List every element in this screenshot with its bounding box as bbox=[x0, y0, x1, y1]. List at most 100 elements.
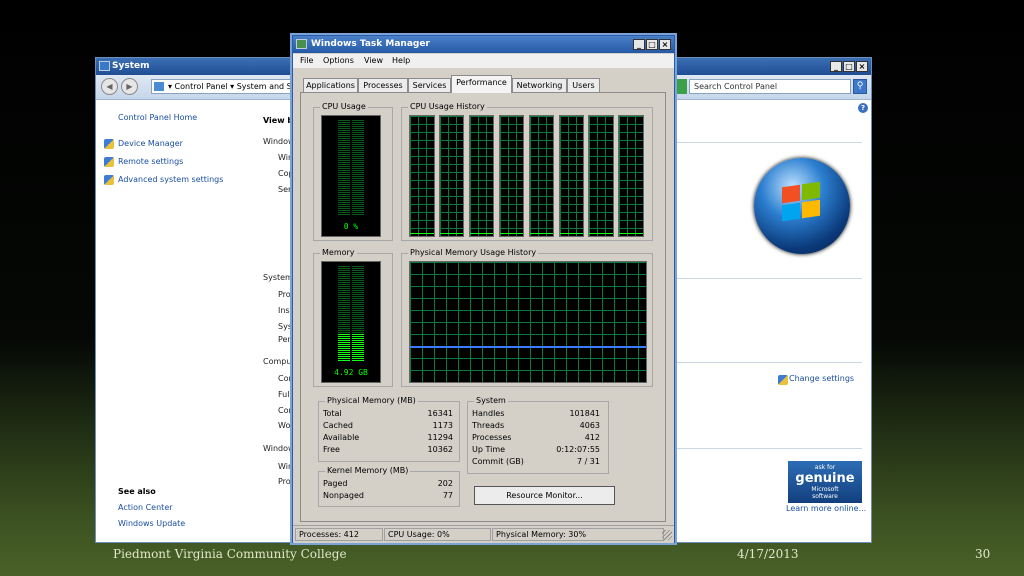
cpu-meter-segment bbox=[338, 182, 350, 183]
search-icon[interactable]: ⚲ bbox=[853, 79, 867, 94]
memory-meter-segment bbox=[338, 322, 350, 323]
cpu-meter-segment bbox=[352, 182, 364, 183]
close-button[interactable]: × bbox=[856, 61, 868, 72]
genuine-microsoft-badge[interactable]: ask for genuine Microsoft software bbox=[788, 461, 862, 503]
control-panel-home-link[interactable]: Control Panel Home bbox=[118, 113, 197, 122]
stat-name: Paged bbox=[323, 479, 348, 488]
memory-meter-segment bbox=[352, 268, 364, 269]
learn-more-link[interactable]: Learn more online... bbox=[786, 504, 866, 513]
memory-meter-segment bbox=[352, 276, 364, 277]
cpu-core-history-graph bbox=[498, 115, 525, 237]
divider bbox=[676, 362, 862, 363]
cpu-meter-segment bbox=[352, 176, 364, 177]
tab-performance[interactable]: Performance bbox=[451, 75, 512, 93]
memory-meter-segment bbox=[338, 352, 350, 353]
cpu-core-usage-line bbox=[529, 233, 554, 234]
cpu-meter-segment bbox=[338, 174, 350, 175]
cpu-meter-segment bbox=[352, 214, 364, 215]
close-button[interactable]: × bbox=[659, 39, 671, 50]
action-center-link[interactable]: Action Center bbox=[118, 503, 173, 512]
cpu-core-history-graph bbox=[468, 115, 495, 237]
cpu-meter-segment bbox=[338, 148, 350, 149]
memory-meter-segment bbox=[338, 360, 350, 361]
cpu-meter-segment bbox=[352, 208, 364, 209]
memory-meter-segment bbox=[338, 340, 350, 341]
maximize-button[interactable]: □ bbox=[646, 39, 658, 50]
windows-logo bbox=[754, 158, 850, 254]
cpu-meter-segment bbox=[338, 186, 350, 187]
minimize-button[interactable]: _ bbox=[633, 39, 645, 50]
stat-name: Free bbox=[323, 445, 340, 454]
memory-meter-segment bbox=[352, 350, 364, 351]
shield-icon bbox=[104, 175, 114, 185]
menu-view[interactable]: View bbox=[364, 56, 383, 65]
task-manager-title: Windows Task Manager bbox=[311, 39, 430, 49]
help-icon[interactable]: ? bbox=[858, 103, 868, 113]
memory-meter-segment bbox=[352, 302, 364, 303]
memory-meter-segment bbox=[338, 310, 350, 311]
tab-networking[interactable]: Networking bbox=[512, 78, 567, 92]
task-manager-title-bar[interactable]: Windows Task Manager _ □ × bbox=[293, 36, 674, 53]
memory-meter-segment bbox=[338, 330, 350, 331]
cpu-meter-segment bbox=[352, 156, 364, 157]
memory-meter-segment bbox=[338, 296, 350, 297]
tab-applications[interactable]: Applications bbox=[303, 78, 358, 92]
cpu-meter-segment bbox=[352, 202, 364, 203]
cpu-core-history-graph bbox=[618, 115, 644, 237]
memory-meter-segment bbox=[338, 282, 350, 283]
advanced-system-settings-link[interactable]: Advanced system settings bbox=[118, 175, 223, 184]
cpu-meter-segment bbox=[338, 188, 350, 189]
cpu-core-usage-line bbox=[410, 233, 434, 234]
search-input[interactable]: Search Control Panel bbox=[689, 79, 851, 94]
memory-meter-segment bbox=[338, 320, 350, 321]
cpu-meter-segment bbox=[338, 152, 350, 153]
remote-settings-link[interactable]: Remote settings bbox=[118, 157, 183, 166]
menu-help[interactable]: Help bbox=[392, 56, 410, 65]
tab-processes[interactable]: Processes bbox=[358, 78, 408, 92]
resize-grip[interactable] bbox=[662, 530, 672, 540]
memory-meter-segment bbox=[352, 348, 364, 349]
stat-value: 77 bbox=[442, 491, 453, 500]
memory-meter-segment bbox=[352, 304, 364, 305]
tab-users[interactable]: Users bbox=[567, 78, 600, 92]
device-manager-link[interactable]: Device Manager bbox=[118, 139, 183, 148]
memory-meter-segment bbox=[338, 314, 350, 315]
memory-meter-segment bbox=[338, 342, 350, 343]
memory-meter-segment bbox=[352, 352, 364, 353]
physical-memory-history-label: Physical Memory Usage History bbox=[408, 248, 539, 257]
cpu-meter-segment bbox=[338, 158, 350, 159]
system-section-heading: System bbox=[263, 273, 293, 282]
stat-name: Total bbox=[323, 409, 342, 418]
cpu-meter-segment bbox=[352, 162, 364, 163]
cpu-meter-segment bbox=[338, 124, 350, 125]
memory-meter-segment bbox=[338, 348, 350, 349]
memory-meter-segment bbox=[338, 278, 350, 279]
memory-meter-segment bbox=[352, 288, 364, 289]
physical-memory-group: Physical Memory (MB) Total 16341 Cached … bbox=[318, 396, 460, 462]
genuine-sub-text: software bbox=[812, 493, 838, 500]
tab-services[interactable]: Services bbox=[408, 78, 451, 92]
cpu-meter-segment bbox=[338, 126, 350, 127]
memory-meter-segment bbox=[338, 304, 350, 305]
memory-meter-segment bbox=[352, 290, 364, 291]
memory-meter-segment bbox=[338, 338, 350, 339]
breadcrumb[interactable]: ▾ Control Panel ▾ System and Se bbox=[151, 79, 291, 94]
task-manager-icon bbox=[296, 39, 307, 49]
refresh-button[interactable] bbox=[675, 79, 687, 94]
stat-name: Up Time bbox=[472, 445, 506, 454]
menu-file[interactable]: File bbox=[300, 56, 313, 65]
forward-button[interactable]: ▶ bbox=[121, 78, 138, 95]
back-button[interactable]: ◀ bbox=[101, 78, 118, 95]
maximize-button[interactable]: □ bbox=[843, 61, 855, 72]
windows-update-link[interactable]: Windows Update bbox=[118, 519, 185, 528]
stat-value: 412 bbox=[584, 433, 600, 442]
stat-value: 4063 bbox=[579, 421, 600, 430]
memory-meter-segment bbox=[338, 356, 350, 357]
cpu-meter-segment bbox=[352, 140, 364, 141]
memory-meter-segment bbox=[338, 268, 350, 269]
menu-options[interactable]: Options bbox=[323, 56, 354, 65]
change-settings-link[interactable]: Change settings bbox=[789, 374, 854, 383]
resource-monitor-button[interactable]: Resource Monitor... bbox=[474, 486, 615, 505]
kernel-memory-label: Kernel Memory (MB) bbox=[325, 466, 411, 475]
minimize-button[interactable]: _ bbox=[830, 61, 842, 72]
